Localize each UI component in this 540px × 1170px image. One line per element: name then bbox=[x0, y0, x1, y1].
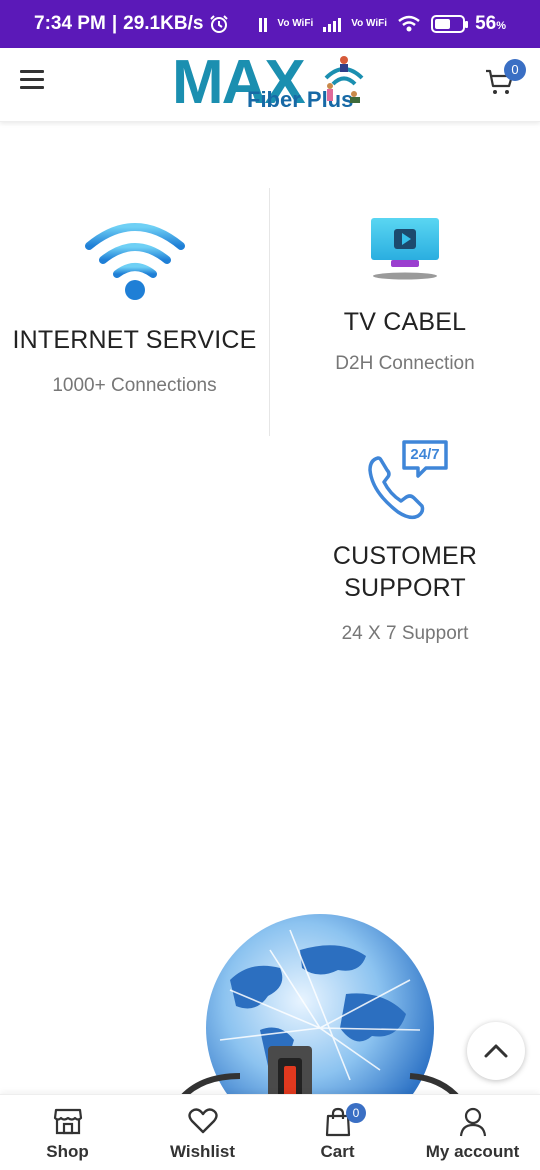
feature-subtitle: 1000+ Connections bbox=[52, 375, 217, 396]
nav-my-account[interactable]: My account bbox=[405, 1095, 540, 1170]
bottom-nav: Shop Wishlist 0 Cart My account bbox=[0, 1094, 540, 1170]
feature-title: TV CABEL bbox=[343, 308, 467, 336]
wifi-status-icon bbox=[398, 15, 420, 32]
header-cart-count-badge: 0 bbox=[504, 59, 526, 81]
tv-icon bbox=[371, 218, 439, 280]
logo-wifi-people-icon bbox=[324, 56, 364, 103]
feature-title-line-1: CUSTOMER bbox=[332, 542, 478, 570]
status-time: 7:34 PM bbox=[34, 13, 106, 34]
nav-label: Shop bbox=[46, 1142, 89, 1161]
nav-label: Cart bbox=[320, 1142, 355, 1161]
feature-subtitle: 24 X 7 Support bbox=[341, 623, 469, 644]
chevron-up-icon bbox=[484, 1044, 508, 1058]
page: 7:34 PM | 29.1KB/s Vo WiFi Vo WiFi 56% M… bbox=[0, 0, 540, 1170]
battery-percent: 56% bbox=[475, 13, 506, 34]
scroll-to-top-button[interactable] bbox=[467, 1022, 525, 1080]
nav-label: Wishlist bbox=[169, 1142, 236, 1161]
nav-shop[interactable]: Shop bbox=[0, 1095, 135, 1170]
feature-tv-cabel: TV CABEL D2H Connection bbox=[270, 212, 540, 376]
vo-wifi-label-2: Vo WiFi bbox=[351, 18, 388, 29]
feature-title: INTERNET SERVICE bbox=[12, 326, 257, 354]
store-icon bbox=[53, 1108, 82, 1135]
phone-24-7-icon: 24/7 bbox=[360, 436, 450, 526]
nav-wishlist[interactable]: Wishlist bbox=[135, 1095, 270, 1170]
battery-icon bbox=[431, 15, 469, 33]
feature-internet-service: INTERNET SERVICE 1000+ Connections bbox=[0, 220, 269, 398]
heart-icon bbox=[187, 1108, 218, 1134]
nav-label: My account bbox=[425, 1142, 520, 1161]
wifi-icon bbox=[84, 223, 185, 300]
alarm-icon bbox=[210, 15, 229, 33]
support-24-7-badge: 24/7 bbox=[410, 446, 440, 463]
feature-customer-support: 24/7 CUSTOMER SUPPORT 24 X 7 Support bbox=[270, 436, 540, 646]
vo-wifi-label-1: Vo WiFi bbox=[277, 18, 314, 29]
nav-cart[interactable]: 0 Cart bbox=[270, 1095, 405, 1170]
status-speed: 29.1KB/s bbox=[123, 13, 204, 34]
cart-count-badge: 0 bbox=[346, 1103, 366, 1123]
status-bar: 7:34 PM | 29.1KB/s Vo WiFi Vo WiFi 56% bbox=[0, 0, 540, 48]
status-separator: | bbox=[111, 13, 118, 34]
feature-subtitle: D2H Connection bbox=[335, 353, 475, 374]
site-logo[interactable]: MAX Fiber Plus bbox=[172, 50, 372, 120]
sim-signal-icon bbox=[259, 16, 268, 32]
site-header: MAX Fiber Plus bbox=[0, 48, 540, 122]
network-globe-image bbox=[170, 910, 470, 1100]
cell-signal-icon bbox=[323, 16, 342, 32]
feature-title-line-2: SUPPORT bbox=[344, 574, 466, 602]
menu-button[interactable] bbox=[20, 70, 44, 90]
user-icon bbox=[459, 1107, 486, 1137]
